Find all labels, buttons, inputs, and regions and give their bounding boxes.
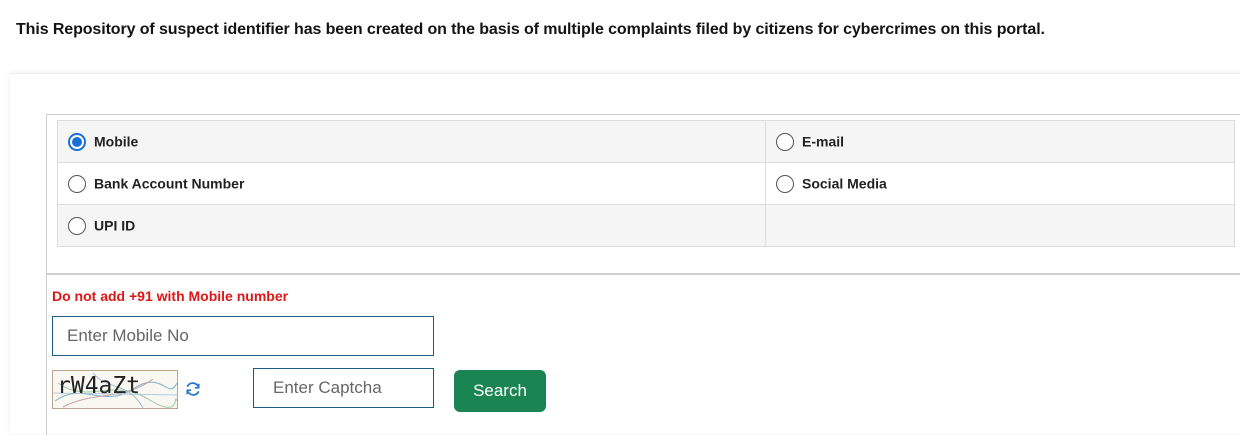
option-mobile-label: Mobile xyxy=(94,133,139,150)
mobile-warning: Do not add +91 with Mobile number xyxy=(52,288,289,304)
mobile-number-input[interactable] xyxy=(52,316,434,356)
option-upi-id[interactable]: UPI ID xyxy=(57,204,766,247)
option-mobile[interactable]: Mobile xyxy=(57,120,766,163)
empty-cell xyxy=(765,204,1235,247)
section-divider xyxy=(46,273,1240,275)
intro-text: This Repository of suspect identifier ha… xyxy=(16,21,1045,38)
radio-social-media[interactable] xyxy=(776,174,794,193)
option-bank-account[interactable]: Bank Account Number xyxy=(57,162,766,205)
search-button[interactable]: Search xyxy=(454,370,546,412)
captcha-code: rW4aZt xyxy=(57,373,141,399)
captcha-image: rW4aZt xyxy=(52,370,178,409)
identifier-type-options: Mobile E-mail Bank Account Number Social… xyxy=(57,120,1235,247)
radio-mobile[interactable] xyxy=(68,132,86,151)
refresh-icon[interactable] xyxy=(184,380,202,398)
option-upi-id-label: UPI ID xyxy=(94,217,136,234)
option-email-label: E-mail xyxy=(802,133,845,150)
option-bank-account-label: Bank Account Number xyxy=(94,175,245,192)
radio-bank-account[interactable] xyxy=(68,174,86,193)
radio-email[interactable] xyxy=(776,132,794,151)
option-social-media[interactable]: Social Media xyxy=(765,162,1235,205)
captcha-input[interactable] xyxy=(253,368,434,408)
radio-upi-id[interactable] xyxy=(68,216,86,235)
option-email[interactable]: E-mail xyxy=(765,120,1235,163)
option-social-media-label: Social Media xyxy=(802,175,887,192)
